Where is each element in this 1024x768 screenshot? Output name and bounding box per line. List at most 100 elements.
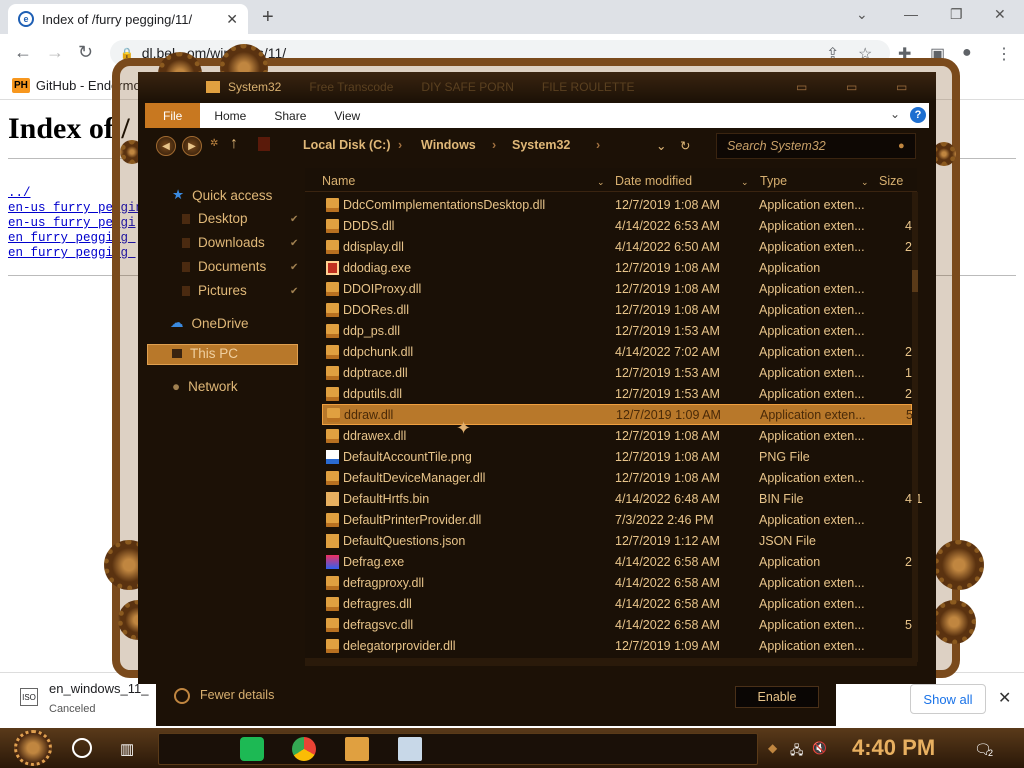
start-button[interactable] — [14, 730, 52, 766]
fewer-details-toggle[interactable]: Fewer details — [200, 688, 274, 702]
address-dropdown-icon[interactable]: ⌄ — [656, 138, 666, 153]
shelf-close-icon[interactable]: ✕ — [998, 688, 1011, 708]
horizontal-scrollbar[interactable] — [305, 658, 917, 666]
file-row[interactable]: Defrag.exe 4/14/2022 6:58 AM Application 2 — [322, 551, 912, 572]
nav-documents[interactable]: Documents — [182, 259, 266, 274]
filter-chevron-icon[interactable]: ⌄ — [741, 177, 749, 188]
file-row[interactable]: ddptrace.dll 12/7/2019 1:53 AM Application… — [322, 362, 912, 383]
nav-pictures[interactable]: Pictures — [182, 283, 247, 298]
pin-icon[interactable]: ✔ — [290, 238, 298, 249]
file-row[interactable]: DdcComImplementationsDesktop.dll 12/7/201… — [322, 194, 912, 215]
sort-chevron-icon[interactable]: ⌄ — [597, 177, 605, 188]
pin-icon[interactable]: ✔ — [290, 214, 298, 225]
file-explorer-icon[interactable] — [345, 737, 369, 761]
nav-quick-access[interactable]: ★ Quick access — [172, 187, 272, 203]
column-date[interactable]: Date modified — [615, 174, 692, 188]
file-row[interactable]: ddisplay.dll 4/14/2022 6:50 AM Application… — [322, 236, 912, 257]
explorer-back-icon[interactable]: ◀ — [156, 136, 176, 156]
column-size[interactable]: Size — [879, 174, 903, 188]
file-row[interactable]: ddp_ps.dll 12/7/2019 1:53 AM Application e… — [322, 320, 912, 341]
nav-label: Network — [188, 379, 238, 394]
parent-dir-link[interactable]: ../ — [8, 186, 31, 200]
file-row[interactable]: ddodiag.exe 12/7/2019 1:08 AM Application — [322, 257, 912, 278]
explorer-close-icon[interactable]: ▭ — [896, 80, 907, 94]
explorer-forward-icon[interactable]: ▶ — [182, 136, 202, 156]
show-all-button[interactable]: Show all — [910, 684, 986, 714]
tab-view[interactable]: View — [320, 109, 374, 123]
nav-onedrive[interactable]: ☁ OneDrive — [170, 315, 249, 331]
file-row[interactable]: DDOIProxy.dll 12/7/2019 1:08 AM Applicatio… — [322, 278, 912, 299]
tab-share[interactable]: Share — [260, 109, 320, 123]
nav-network[interactable]: ● Network — [172, 379, 238, 394]
tab-close-icon[interactable]: ✕ — [226, 11, 238, 28]
explorer-search-input[interactable]: Search System32 — [716, 133, 916, 159]
file-row[interactable]: DDORes.dll 12/7/2019 1:08 AM Application e… — [322, 299, 912, 320]
back-icon[interactable]: ← — [14, 42, 32, 63]
filter-chevron-icon[interactable]: ⌄ — [861, 177, 869, 188]
task-view-icon[interactable]: ▥ — [120, 740, 134, 758]
network-tray-icon[interactable]: 🖧 — [790, 741, 803, 762]
column-name[interactable]: Name — [322, 174, 355, 188]
reload-icon[interactable]: ↻ — [78, 42, 93, 63]
up-icon[interactable]: ↑ — [230, 135, 238, 153]
clock[interactable]: 4:40 PM — [852, 735, 935, 761]
breadcrumb-windows[interactable]: Windows — [421, 138, 476, 152]
chrome-icon[interactable] — [292, 737, 316, 761]
spotify-icon[interactable] — [240, 737, 264, 761]
pin-icon[interactable]: ✔ — [290, 262, 298, 273]
file-row[interactable]: defragres.dll 4/14/2022 6:58 AM Applicatio… — [322, 593, 912, 614]
breadcrumb-chevron-icon[interactable]: › — [596, 138, 600, 152]
breadcrumb-system32[interactable]: System32 — [512, 138, 570, 152]
ribbon-expand-icon[interactable]: ⌄ — [890, 107, 900, 121]
file-row[interactable]: defragproxy.dll 4/14/2022 6:58 AM Applicat… — [322, 572, 912, 593]
close-window-icon[interactable]: ✕ — [994, 6, 1006, 23]
tab-file[interactable]: File — [145, 103, 201, 128]
tray-overflow-icon[interactable]: ◆ — [768, 741, 777, 755]
nav-desktop[interactable]: Desktop — [182, 211, 248, 226]
search-icon[interactable]: ● — [898, 140, 905, 152]
tab-search-icon[interactable]: ⌄ — [856, 6, 868, 23]
collapse-details-icon[interactable] — [174, 688, 190, 704]
volume-muted-icon[interactable]: 🔇 — [812, 741, 827, 755]
file-row[interactable]: ddraw.dll 12/7/2019 1:09 AM Application ex… — [322, 404, 913, 425]
column-type[interactable]: Type — [760, 174, 787, 188]
breadcrumb-chevron-icon[interactable]: › — [398, 138, 402, 152]
minimize-icon[interactable]: — — [904, 6, 918, 22]
enable-button[interactable]: Enable — [735, 686, 819, 708]
control-panel-icon[interactable] — [398, 737, 422, 761]
nav-this-pc[interactable]: This PC — [172, 346, 238, 361]
file-row[interactable]: ddpchunk.dll 4/14/2022 7:02 AM Application… — [322, 341, 912, 362]
file-row[interactable]: defragsvc.dll 4/14/2022 6:58 AM Applicatio… — [322, 614, 912, 635]
help-icon[interactable]: ? — [910, 107, 926, 123]
file-row[interactable]: DDDS.dll 4/14/2022 6:53 AM Application ext… — [322, 215, 912, 236]
refresh-icon[interactable]: ↻ — [680, 138, 690, 153]
tab-home[interactable]: Home — [200, 109, 260, 123]
restore-icon[interactable]: ❐ — [950, 6, 963, 23]
file-size: 2 — [905, 554, 912, 569]
file-row[interactable]: delegatorprovider.dll 12/7/2019 1:09 AM Ap… — [322, 635, 912, 656]
new-tab-button[interactable]: + — [262, 6, 274, 29]
scrollbar-thumb[interactable] — [912, 270, 918, 292]
file-row[interactable]: ddputils.dll 12/7/2019 1:53 AM Application… — [322, 383, 912, 404]
file-row[interactable]: ddrawex.dll 12/7/2019 1:08 AM Application … — [322, 425, 912, 446]
download-filename[interactable]: en_windows_11_ — [49, 681, 149, 696]
file-row[interactable]: DefaultHrtfs.bin 4/14/2022 6:48 AM BIN Fil… — [322, 488, 922, 509]
breadcrumb-chevron-icon[interactable]: › — [492, 138, 496, 152]
explorer-minimize-icon[interactable]: ▭ — [796, 80, 807, 94]
recent-locations-icon[interactable]: ✲ — [210, 138, 218, 149]
nav-downloads[interactable]: Downloads — [182, 235, 265, 250]
menu-icon[interactable]: ⋮ — [996, 44, 1012, 64]
file-row[interactable]: DefaultPrinterProvider.dll 7/3/2022 2:46 … — [322, 509, 912, 530]
taskbar-search-icon[interactable] — [72, 738, 92, 758]
explorer-maximize-icon[interactable]: ▭ — [846, 80, 857, 94]
vertical-scrollbar[interactable] — [912, 192, 918, 662]
file-row[interactable]: DefaultAccountTile.png 12/7/2019 1:08 AM P… — [322, 446, 912, 467]
breadcrumb-local-disk[interactable]: Local Disk (C:) — [303, 138, 391, 152]
pin-icon[interactable]: ✔ — [290, 286, 298, 297]
profile-icon[interactable]: ● — [962, 44, 972, 62]
file-row[interactable]: DefaultDeviceManager.dll 12/7/2019 1:08 A… — [322, 467, 912, 488]
file-row[interactable]: DefaultQuestions.json 12/7/2019 1:12 AM JS… — [322, 530, 912, 551]
bin-file-icon — [326, 491, 339, 506]
browser-tab[interactable]: e Index of /furry pegging/11/ ✕ — [8, 4, 248, 34]
forward-icon[interactable]: → — [46, 42, 64, 63]
